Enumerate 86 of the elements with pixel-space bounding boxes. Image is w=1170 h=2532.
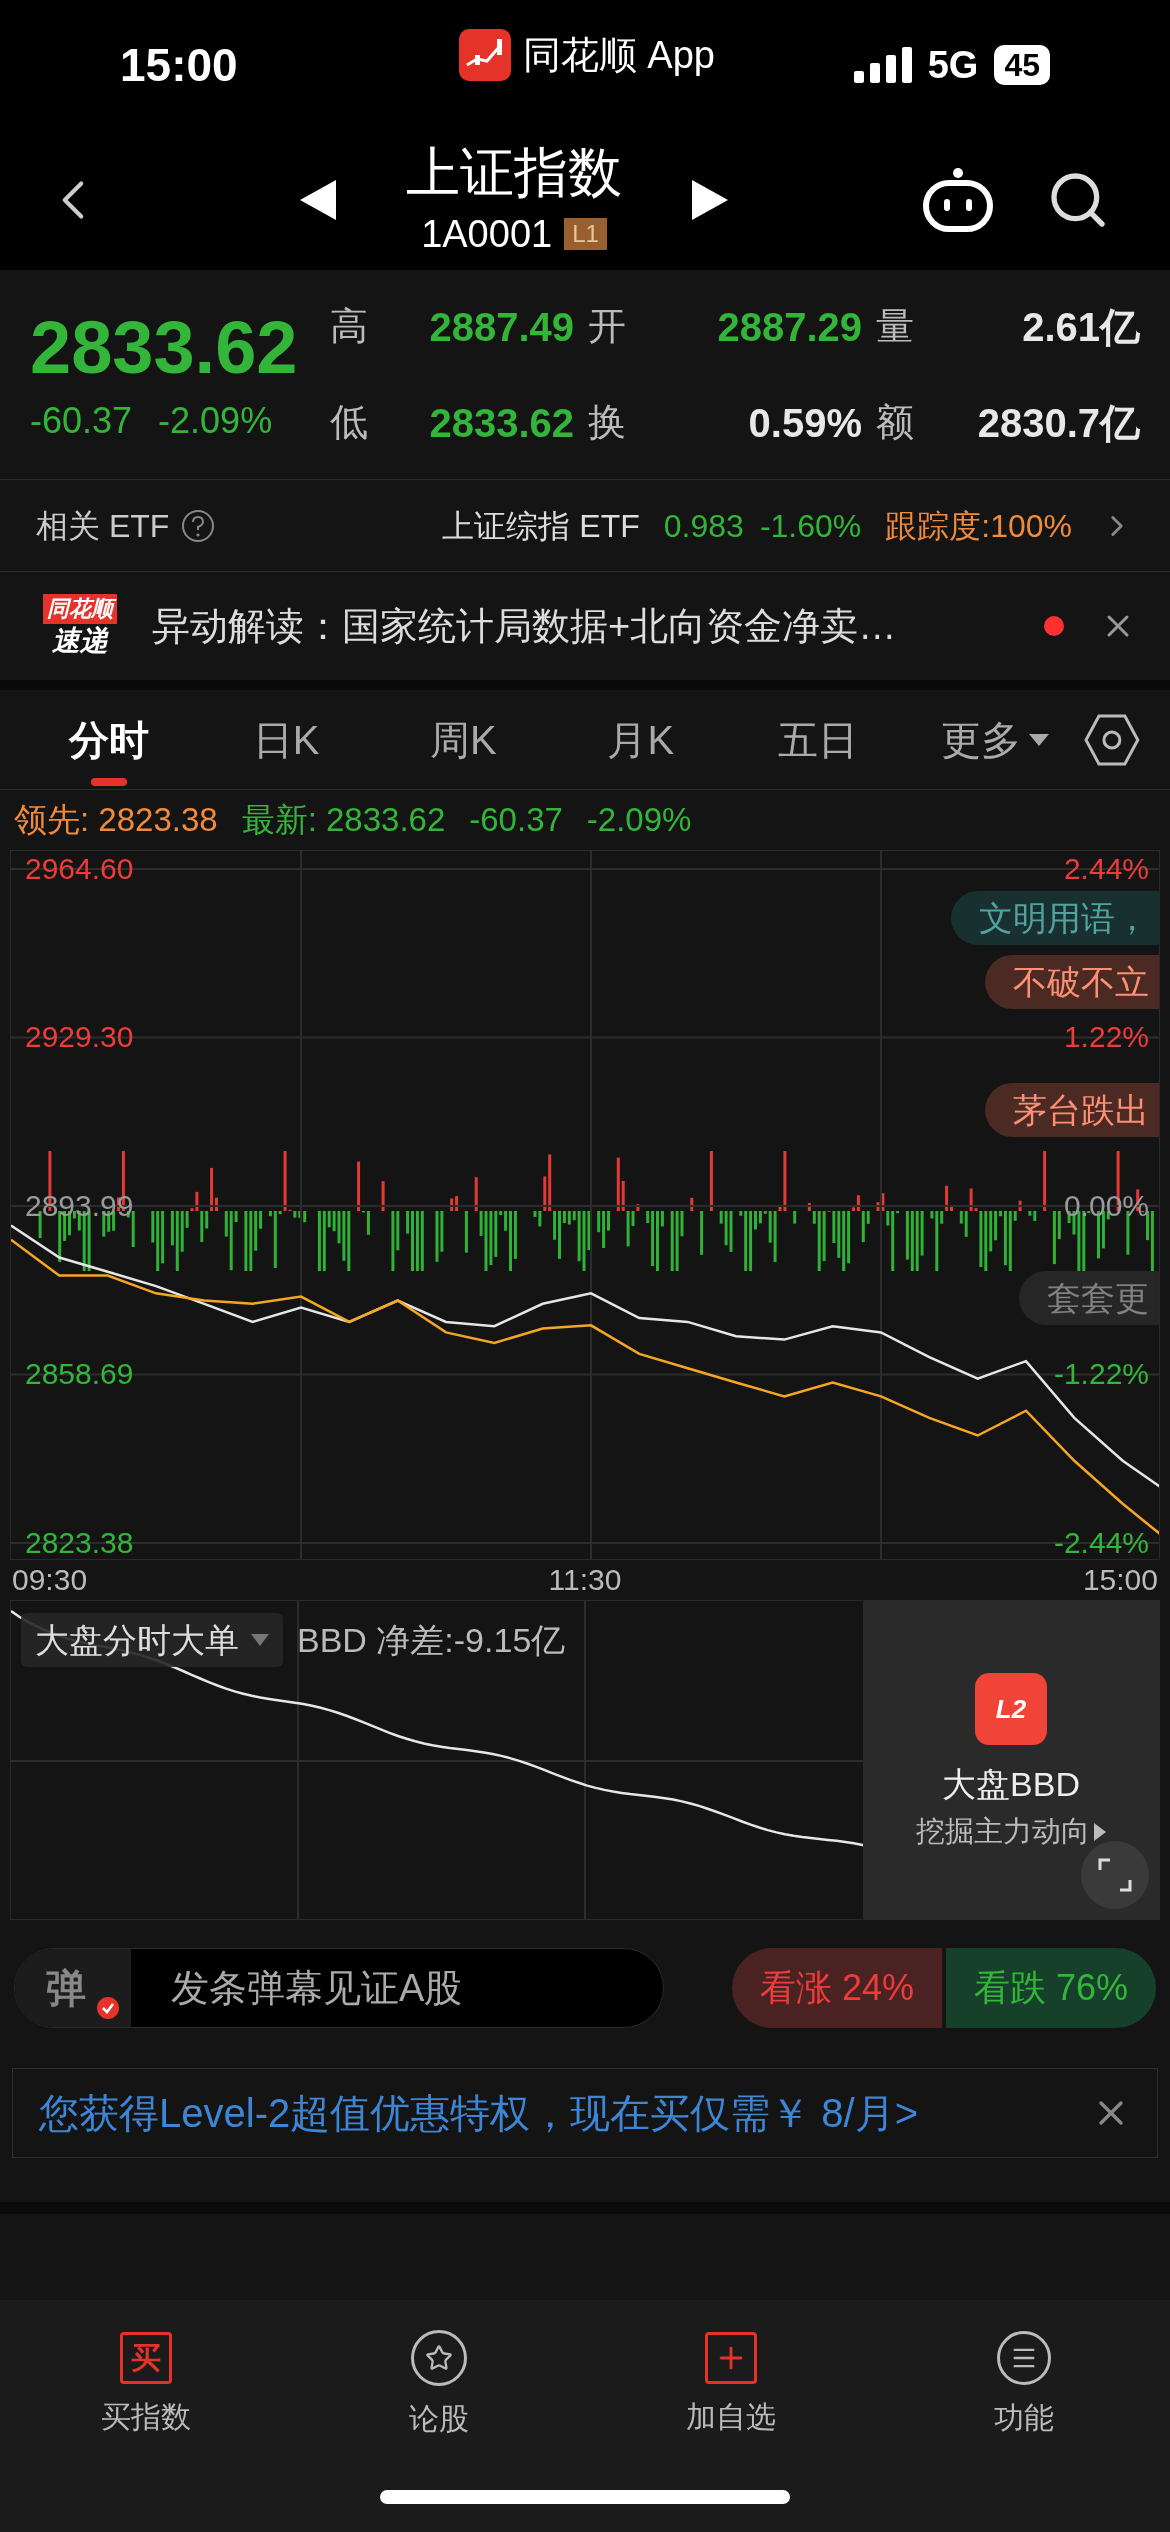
check-icon — [97, 1997, 119, 2019]
period-tab[interactable]: 五日 — [729, 689, 907, 790]
etf-name[interactable]: 上证综指 ETF — [442, 501, 640, 550]
latest-change: -60.37 — [469, 800, 563, 841]
lead-reading: 领先: 2823.38 — [14, 800, 218, 841]
stat-label: 开 — [588, 304, 627, 349]
stat-label: 换 — [588, 400, 627, 445]
play-icon — [1094, 1822, 1106, 1841]
news-headline[interactable]: 异动解读：国家统计局数据+北向资金净卖… — [152, 597, 1044, 655]
price-change: -60.37 — [30, 398, 133, 443]
bbd-net-reading: BBD 净差:-9.15亿 — [297, 1619, 566, 1661]
next-icon[interactable] — [692, 180, 728, 220]
index-title: 上证指数 — [406, 140, 622, 204]
current-price: 2833.62 — [30, 304, 299, 391]
stat-label: 量 — [876, 304, 915, 349]
stat-value: 2.61亿 — [1021, 303, 1140, 351]
stat-label: 低 — [330, 400, 369, 445]
time-axis-label: 09:30 — [12, 1562, 88, 1598]
bottom-bar-item[interactable]: 买 买指数 — [0, 2331, 293, 2439]
period-tab[interactable]: 日K — [197, 689, 375, 790]
axis-label: 0.00% — [1063, 1191, 1149, 1221]
caret-icon — [251, 1634, 269, 1646]
period-tab[interactable]: 更多 — [906, 689, 1085, 790]
network-type: 5G — [927, 42, 979, 88]
time-axis-label: 11:30 — [548, 1562, 622, 1598]
bottom-bar-item[interactable]: 功能 — [877, 2330, 1170, 2440]
promo-subtitle: 挖掘主力动向 — [916, 1810, 1106, 1854]
stat-value: 2830.7亿 — [976, 399, 1140, 447]
app-logo-icon — [458, 29, 511, 81]
danmaku-bubble: 不破不立 — [985, 955, 1159, 1009]
danmaku-field[interactable]: 发条弹幕见证A股 — [131, 1959, 663, 2017]
danmaku-bubble: 文明用语， — [951, 891, 1159, 945]
period-tab[interactable]: 月K — [552, 689, 730, 790]
stat-label: 额 — [876, 400, 915, 445]
tracking-degree: 跟踪度:100% — [885, 506, 1072, 546]
promo-title: 大盘BBD — [942, 1764, 1080, 1805]
stat-value: 2887.49 — [428, 303, 574, 351]
bearish-button[interactable]: 看跌 76% — [946, 1948, 1156, 2028]
app-name: 同花顺 App — [522, 32, 715, 78]
robot-icon[interactable] — [922, 167, 994, 233]
battery-level: 45 — [994, 45, 1050, 85]
help-icon[interactable] — [181, 508, 216, 543]
axis-label: -1.22% — [1053, 1359, 1149, 1390]
bottom-bar-item[interactable]: 加自选 — [585, 2331, 878, 2439]
index-code: 1A0001 — [421, 211, 553, 257]
axis-label: 2964.60 — [25, 854, 134, 884]
plus-icon — [705, 2331, 758, 2384]
period-tab[interactable]: 周K — [374, 689, 553, 790]
danmaku-label: 弹 — [46, 1966, 86, 2010]
bbd-selector[interactable]: 大盘分时大单 — [21, 1613, 283, 1667]
stat-value: 2833.62 — [428, 399, 574, 447]
time-axis-label: 15:00 — [1082, 1562, 1158, 1598]
level2-logo: L2 — [975, 1673, 1047, 1745]
previous-icon[interactable] — [300, 180, 336, 220]
promo-banner[interactable]: 您获得Level-2超值优惠特权，现在买仅需￥ 8/月> — [12, 2068, 1158, 2158]
latest-change-percent: -2.09% — [586, 800, 692, 841]
stat-label: 高 — [330, 304, 369, 349]
danmaku-bubble: 套套更 — [1019, 1271, 1159, 1325]
caret-icon — [1029, 733, 1050, 746]
bottom-bar-item[interactable]: 论股 — [292, 2329, 585, 2441]
axis-label: 2823.38 — [25, 1528, 134, 1558]
menu-icon — [996, 2330, 1051, 2385]
tab-indicator — [90, 777, 127, 786]
level-badge: L1 — [564, 218, 607, 250]
etf-label: 相关 ETF — [36, 506, 170, 546]
signal-icon — [853, 47, 912, 83]
etf-change: -1.60% — [759, 506, 862, 546]
period-tab[interactable]: 分时 — [20, 689, 198, 790]
danmaku-bubble: 茅台跌出 — [985, 1083, 1159, 1137]
stat-value: 0.59% — [747, 399, 862, 447]
latest-reading: 最新: 2833.62 — [241, 800, 446, 841]
axis-label: 2.44% — [1063, 854, 1149, 884]
danmaku-input[interactable]: 弹 发条弹幕见证A股 — [14, 1948, 664, 2028]
status-time: 15:00 — [120, 37, 239, 93]
price-change-percent: -2.09% — [158, 398, 273, 443]
axis-label: 2893.99 — [25, 1191, 134, 1221]
axis-label: 2929.30 — [25, 1022, 134, 1053]
bbd-promo-card[interactable]: L2 大盘BBD 挖掘主力动向 — [863, 1601, 1159, 1919]
promo-text: 您获得Level-2超值优惠特权，现在买仅需￥ 8/月> — [39, 2090, 920, 2137]
axis-label: 1.22% — [1063, 1022, 1149, 1053]
stat-value: 2887.29 — [716, 303, 862, 351]
axis-label: 2858.69 — [25, 1359, 134, 1390]
buy-icon: 买 — [120, 2331, 173, 2384]
axis-label: -2.44% — [1053, 1528, 1149, 1558]
etf-price: 0.983 — [663, 506, 744, 546]
news-logo: 同花顺 速递 — [34, 594, 126, 658]
